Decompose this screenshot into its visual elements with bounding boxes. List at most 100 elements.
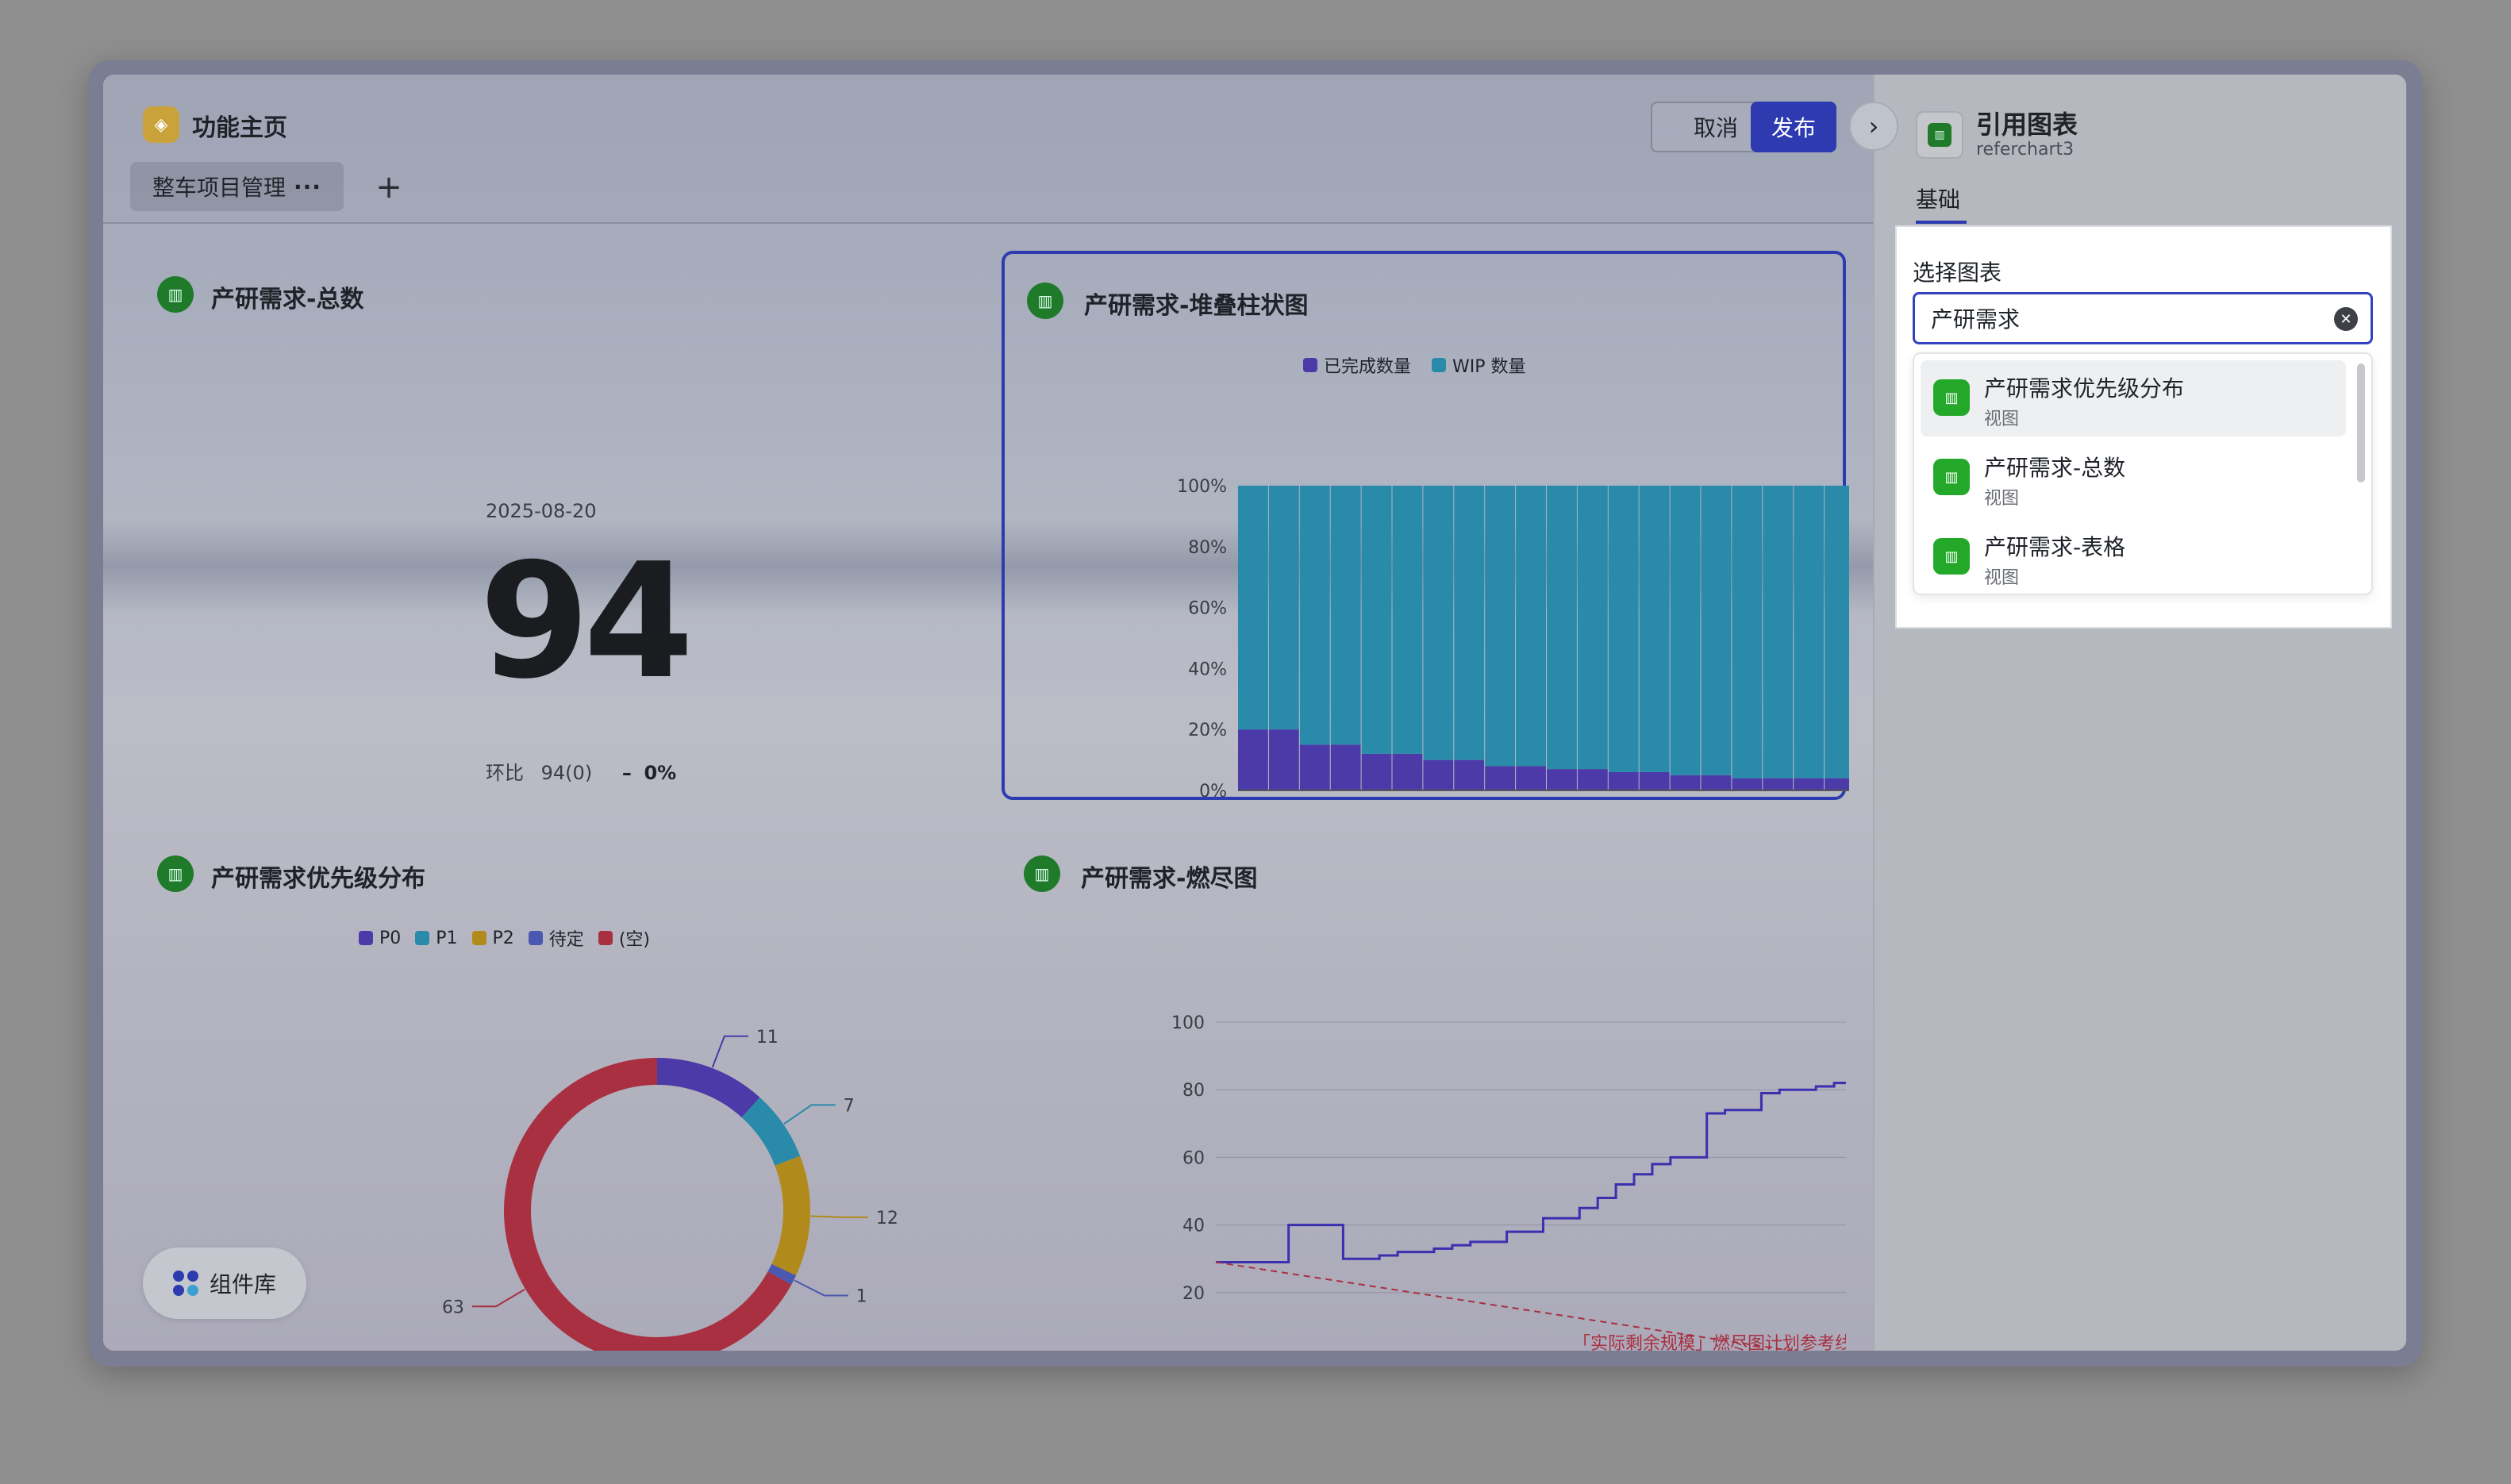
burndown-line-chart: 0204060801002024-08-202024-11-112025-02-… xyxy=(1171,1013,1846,1351)
chart-icon: ▥ xyxy=(157,276,194,313)
reference-line-label: 「实际剩余规模」燃尽图计划参考线 xyxy=(1573,1334,1846,1351)
option-type: 视图 xyxy=(1984,409,2020,429)
chart-search-input[interactable] xyxy=(1931,294,2328,342)
tab-page[interactable]: 整车项目管理 ··· xyxy=(130,162,344,211)
y-tick-label: 80 xyxy=(1182,1081,1205,1101)
top-bar: ◈ 功能主页 整车项目管理 ··· + 取消 发布 xyxy=(103,75,1873,224)
bar-done xyxy=(1639,771,1670,790)
bar-wip xyxy=(1547,486,1577,770)
add-tab-button[interactable]: + xyxy=(365,163,413,211)
clear-icon[interactable]: ✕ xyxy=(2334,307,2358,331)
option-type: 视图 xyxy=(1984,568,2020,588)
bar-done xyxy=(1794,778,1825,790)
bar-done xyxy=(1392,753,1423,790)
y-tick-label: 100 xyxy=(1171,1013,1205,1033)
dashboard-canvas: ◈ 功能主页 整车项目管理 ··· + 取消 发布 ▥ 产研需求-总数 2025… xyxy=(103,75,1873,1351)
chart-icon: ▥ xyxy=(1916,111,1963,159)
bar-wip xyxy=(1516,486,1546,767)
app-title: 功能主页 xyxy=(192,114,287,142)
label-leader xyxy=(471,1289,525,1308)
list-item[interactable]: ▥ 产研需求-表格 视图 xyxy=(1921,519,2346,594)
panel-subtitle: referchart3 xyxy=(1976,140,2075,160)
publish-button[interactable]: 发布 xyxy=(1751,102,1836,152)
bar-wip xyxy=(1299,486,1330,745)
data-label: 1 xyxy=(856,1286,867,1306)
bar-wip xyxy=(1639,486,1670,772)
scrollbar[interactable] xyxy=(2357,363,2365,482)
chart-icon: ▥ xyxy=(1933,538,1970,575)
bar-wip xyxy=(1577,486,1608,770)
data-label: 11 xyxy=(756,1028,779,1048)
option-type: 视图 xyxy=(1984,489,2020,509)
ratio-change: 0% xyxy=(644,762,677,784)
bar-wip xyxy=(1454,486,1485,760)
bar-done xyxy=(1608,771,1639,790)
y-tick-label: 60% xyxy=(1188,599,1227,619)
tab-indicator xyxy=(1916,221,1967,224)
donut-slice xyxy=(767,1263,797,1285)
metric-value: 94 xyxy=(479,529,694,714)
bar-wip xyxy=(1423,486,1454,760)
tab-basic[interactable]: 基础 xyxy=(1916,183,1960,214)
chart-options-list: ▥ 产研需求优先级分布 视图 ▥ 产研需求-总数 视图 ▥ 产研需求-表格 视图 xyxy=(1913,352,2373,595)
data-label: 63 xyxy=(442,1298,464,1317)
bar-wip xyxy=(1670,486,1701,775)
widget-library-icon xyxy=(172,1271,198,1296)
y-tick-label: 100% xyxy=(1177,477,1227,497)
card-total[interactable]: ▥ 产研需求-总数 2025-08-20 94 环比 94(0) – 0% xyxy=(129,241,962,784)
bar-done xyxy=(1361,753,1392,790)
label-leader xyxy=(711,1035,748,1068)
widget-library-label: 组件库 xyxy=(209,1271,276,1298)
bar-done xyxy=(1732,778,1763,790)
card-title: 产研需求-总数 xyxy=(211,286,364,313)
ratio-label: 环比 xyxy=(486,762,524,784)
label-leader xyxy=(810,1215,868,1218)
bar-wip xyxy=(1608,486,1639,772)
panel-title: 引用图表 xyxy=(1976,110,2078,140)
burndown-line xyxy=(1216,1082,1846,1263)
card-stacked-bar[interactable]: ▥ 产研需求-堆叠柱状图 已完成数量 WIP 数量 0% 20% 40% 60% 80%… xyxy=(1002,251,1849,802)
data-label: 7 xyxy=(844,1096,855,1116)
card-burndown[interactable]: ▥ 产研需求-燃尽图 0204060801002024-08-202024-11… xyxy=(1002,821,1846,1351)
metric-ratio: 环比 94(0) – 0% xyxy=(486,762,677,784)
data-label: 12 xyxy=(876,1209,898,1228)
label-leader xyxy=(783,1104,836,1125)
bar-done xyxy=(1330,744,1361,790)
bar-done xyxy=(1268,729,1299,790)
chart-search-field[interactable]: ✕ xyxy=(1913,292,2373,344)
option-name: 产研需求优先级分布 xyxy=(1984,375,2185,402)
ratio-value: 94(0) xyxy=(540,762,593,784)
metric-date: 2025-08-20 xyxy=(486,500,597,522)
bar-wip xyxy=(1330,486,1361,745)
y-tick-label: 0% xyxy=(1199,782,1227,802)
chevron-right-icon[interactable]: › xyxy=(1849,102,1898,151)
bar-done xyxy=(1516,766,1546,790)
donut-slice xyxy=(741,1097,801,1167)
bar-done xyxy=(1485,766,1516,790)
y-tick-label: 40% xyxy=(1188,659,1227,679)
option-name: 产研需求-表格 xyxy=(1984,534,2126,560)
app-logo-icon: ◈ xyxy=(143,106,179,143)
bar-wip xyxy=(1825,486,1849,779)
bar-wip xyxy=(1763,486,1794,779)
option-name: 产研需求-总数 xyxy=(1984,455,2126,481)
bar-wip xyxy=(1361,486,1392,754)
bar-done xyxy=(1701,775,1732,790)
bar-wip xyxy=(1392,486,1423,754)
bar-done xyxy=(1299,744,1330,790)
list-item[interactable]: ▥ 产研需求-总数 视图 xyxy=(1921,440,2346,516)
donut-slice xyxy=(656,1058,760,1118)
bar-wip xyxy=(1485,486,1516,767)
chart-icon: ▥ xyxy=(1933,459,1970,495)
chart-icon: ▥ xyxy=(1933,379,1970,416)
widget-library-button[interactable]: 组件库 xyxy=(143,1248,306,1319)
y-tick-label: 60 xyxy=(1182,1148,1205,1168)
bar-done xyxy=(1547,769,1577,790)
bar-wip xyxy=(1238,486,1268,730)
label-leader xyxy=(794,1279,848,1297)
donut-slice xyxy=(771,1155,810,1276)
more-icon[interactable]: ··· xyxy=(294,174,321,200)
list-item[interactable]: ▥ 产研需求优先级分布 视图 xyxy=(1921,360,2346,436)
bar-done xyxy=(1454,759,1485,790)
bar-done xyxy=(1763,778,1794,790)
